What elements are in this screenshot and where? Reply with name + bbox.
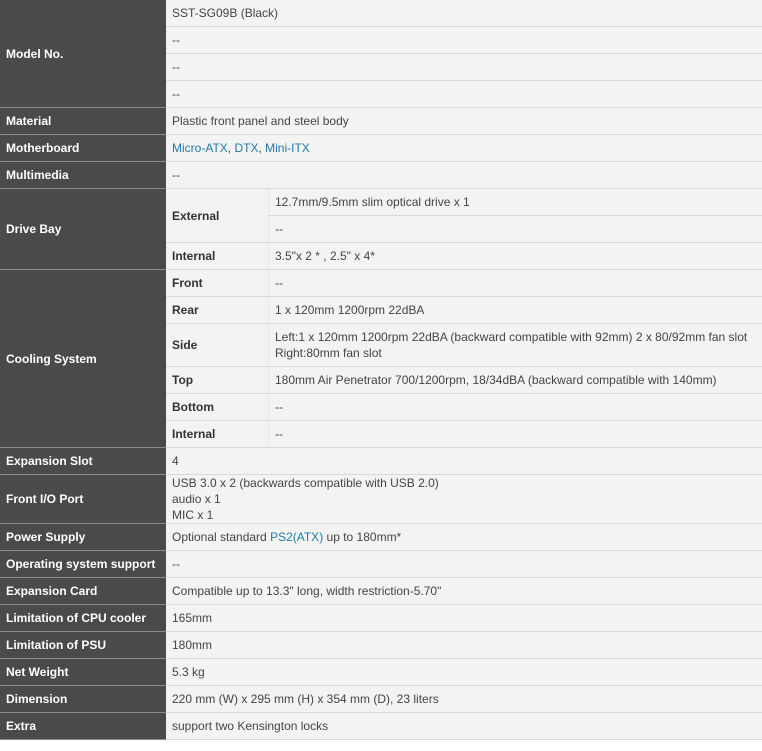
row-label-net-weight: Net Weight [0, 659, 166, 686]
power-supply-prefix: Optional standard [172, 530, 271, 544]
sub-label-internal: Internal [166, 421, 268, 448]
cooling-rear-value: 1 x 120mm 1200rpm 22dBA [268, 297, 762, 324]
row-label-front-io: Front I/O Port [0, 475, 166, 524]
cooling-bottom-value: -- [268, 394, 762, 421]
front-io-line: USB 3.0 x 2 (backwards compatible with U… [172, 476, 439, 490]
table-row: Front I/O Port USB 3.0 x 2 (backwards co… [0, 475, 762, 524]
expansion-slot-value: 4 [166, 448, 762, 475]
table-row: Extra support two Kensington locks [0, 713, 762, 740]
drive-bay-external-value: 12.7mm/9.5mm slim optical drive x 1 [268, 189, 762, 216]
link-mini-itx[interactable]: Mini-ITX [265, 141, 310, 155]
sub-label-internal: Internal [166, 243, 268, 270]
sub-label-side: Side [166, 324, 268, 367]
table-row: Material Plastic front panel and steel b… [0, 108, 762, 135]
table-row: Limitation of PSU 180mm [0, 632, 762, 659]
drive-bay-external-value: -- [268, 216, 762, 243]
row-label-dimension: Dimension [0, 686, 166, 713]
table-row: Drive Bay External 12.7mm/9.5mm slim opt… [0, 189, 762, 270]
cpu-cooler-value: 165mm [166, 605, 762, 632]
net-weight-value: 5.3 kg [166, 659, 762, 686]
row-label-extra: Extra [0, 713, 166, 740]
model-no-value: -- [166, 27, 762, 54]
link-ps2-atx[interactable]: PS2(ATX) [270, 530, 323, 544]
row-label-drive-bay: Drive Bay [0, 189, 166, 270]
cooling-internal-value: -- [268, 421, 762, 448]
table-row: Motherboard Micro-ATX, DTX, Mini-ITX [0, 135, 762, 162]
cooling-front-value: -- [268, 270, 762, 297]
power-supply-value: Optional standard PS2(ATX) up to 180mm* [166, 524, 762, 551]
table-row: Expansion Slot 4 [0, 448, 762, 475]
front-io-line: audio x 1 [172, 492, 221, 506]
sub-label-front: Front [166, 270, 268, 297]
sub-label-external: External [166, 189, 268, 243]
multimedia-value: -- [166, 162, 762, 189]
front-io-value: USB 3.0 x 2 (backwards compatible with U… [166, 475, 762, 524]
table-row: Limitation of CPU cooler 165mm [0, 605, 762, 632]
sub-label-rear: Rear [166, 297, 268, 324]
row-label-multimedia: Multimedia [0, 162, 166, 189]
row-label-cooling-system: Cooling System [0, 270, 166, 448]
link-micro-atx[interactable]: Micro-ATX [172, 141, 228, 155]
row-label-psu-limit: Limitation of PSU [0, 632, 166, 659]
cooling-side-line: Left:1 x 120mm 1200rpm 22dBA (backward c… [275, 330, 748, 344]
table-row: Net Weight 5.3 kg [0, 659, 762, 686]
row-label-power-supply: Power Supply [0, 524, 166, 551]
row-label-os-support: Operating system support [0, 551, 166, 578]
model-no-value: -- [166, 81, 762, 108]
table-row: Model No. SST-SG09B (Black) [0, 0, 762, 108]
sub-label-top: Top [166, 367, 268, 394]
table-row: Dimension 220 mm (W) x 295 mm (H) x 354 … [0, 686, 762, 713]
row-label-cpu-cooler: Limitation of CPU cooler [0, 605, 166, 632]
cooling-side-value: Left:1 x 120mm 1200rpm 22dBA (backward c… [268, 324, 762, 367]
cooling-top-value: 180mm Air Penetrator 700/1200rpm, 18/34d… [268, 367, 762, 394]
sub-label-bottom: Bottom [166, 394, 268, 421]
cooling-side-line: Right:80mm fan slot [275, 346, 382, 360]
table-row: Operating system support -- [0, 551, 762, 578]
row-label-motherboard: Motherboard [0, 135, 166, 162]
row-label-expansion-card: Expansion Card [0, 578, 166, 605]
os-support-value: -- [166, 551, 762, 578]
row-label-model-no: Model No. [0, 0, 166, 108]
table-row: Cooling System Front -- [0, 270, 762, 448]
model-no-value: SST-SG09B (Black) [166, 0, 762, 27]
drive-bay-internal-value: 3.5"x 2 * , 2.5" x 4* [268, 243, 762, 270]
link-dtx[interactable]: DTX [234, 141, 258, 155]
material-value: Plastic front panel and steel body [166, 108, 762, 135]
row-label-material: Material [0, 108, 166, 135]
spec-table: Model No. SST-SG09B (Black) -- -- -- Mat… [0, 0, 762, 740]
table-row: Power Supply Optional standard PS2(ATX) … [0, 524, 762, 551]
motherboard-value: Micro-ATX, DTX, Mini-ITX [166, 135, 762, 162]
psu-limit-value: 180mm [166, 632, 762, 659]
expansion-card-value: Compatible up to 13.3" long, width restr… [166, 578, 762, 605]
front-io-line: MIC x 1 [172, 508, 214, 522]
power-supply-suffix: up to 180mm* [323, 530, 402, 544]
extra-value: support two Kensington locks [166, 713, 762, 740]
table-row: Multimedia -- [0, 162, 762, 189]
table-row: Expansion Card Compatible up to 13.3" lo… [0, 578, 762, 605]
model-no-value: -- [166, 54, 762, 81]
dimension-value: 220 mm (W) x 295 mm (H) x 354 mm (D), 23… [166, 686, 762, 713]
row-label-expansion-slot: Expansion Slot [0, 448, 166, 475]
